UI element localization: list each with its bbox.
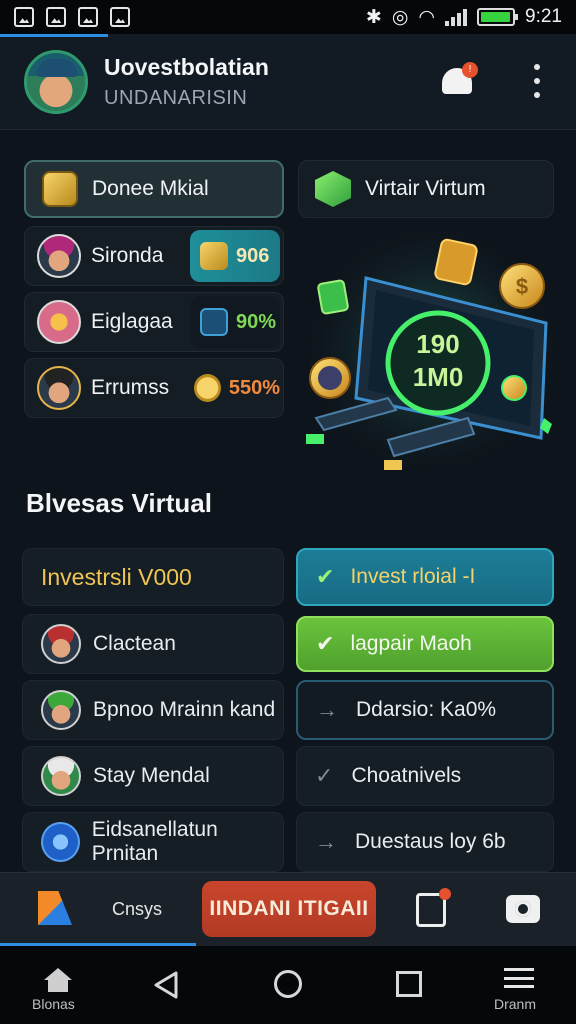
wifi-icon: ◠ bbox=[418, 6, 436, 28]
tab-right-label: Virtair Virtum bbox=[365, 177, 486, 200]
list-item-label: Bpnoo Mrainn kand bbox=[93, 698, 276, 721]
list-item-name: Errumss bbox=[91, 376, 170, 399]
arrow-right-icon: → bbox=[316, 697, 338, 722]
bottom-action-bar: Cnsys IINDANI ITIGAII bbox=[0, 872, 576, 946]
primary-action-button[interactable]: IINDANI ITIGAII bbox=[202, 881, 376, 937]
value-text: 90% bbox=[236, 310, 277, 333]
check-icon: ✓ bbox=[315, 763, 334, 788]
arrow-right-icon: → bbox=[315, 829, 337, 854]
tab-invest-left[interactable]: Investrsli V000 bbox=[22, 548, 284, 606]
avatar bbox=[37, 300, 81, 344]
list-item-label: Clactean bbox=[93, 632, 176, 655]
investment-illustration: 190 1M0 $ bbox=[296, 228, 566, 498]
more-options-icon[interactable] bbox=[525, 64, 549, 98]
battery-icon bbox=[477, 8, 519, 26]
list-item[interactable]: Stay Mendal bbox=[22, 746, 284, 806]
back-icon[interactable] bbox=[153, 970, 179, 1000]
gold-box-icon bbox=[42, 171, 78, 207]
section-title: Blvesas Virtual bbox=[26, 488, 212, 518]
tab-left-header[interactable]: Donee Mkial bbox=[24, 160, 284, 218]
system-nav-bar: Blonas Dranm bbox=[0, 946, 576, 1024]
value-pill: 906 bbox=[190, 230, 280, 282]
signal-icon bbox=[445, 8, 468, 26]
list-item-name: Sironda bbox=[91, 244, 164, 267]
option-label: lagpair Maoh bbox=[350, 632, 472, 655]
briefcase-icon bbox=[110, 7, 130, 27]
app-header: Uovestbolatian UNDANARISIN ! bbox=[0, 34, 576, 130]
app-logo-icon[interactable] bbox=[38, 891, 72, 925]
gallery-icon bbox=[14, 7, 34, 27]
list-item-name: Eiglagaa bbox=[91, 310, 173, 333]
clipboard-icon[interactable] bbox=[416, 888, 451, 927]
check-icon: ✔ bbox=[316, 564, 335, 589]
app-icon bbox=[78, 7, 98, 27]
tab-left-label: Donee Mkial bbox=[92, 177, 209, 200]
profile-avatar[interactable] bbox=[24, 49, 88, 114]
value-pill: 90% bbox=[190, 296, 280, 348]
option-label: Choatnivels bbox=[351, 764, 462, 787]
option-label: Duestaus loy 6b bbox=[355, 830, 506, 853]
value-text: 550% bbox=[228, 376, 280, 399]
avatar bbox=[41, 690, 81, 730]
gold-icon bbox=[200, 242, 228, 270]
nav-right-label: Dranm bbox=[494, 996, 537, 1012]
wallet-icon bbox=[200, 308, 228, 336]
nav-left-label: Blonas bbox=[32, 996, 75, 1012]
page-title: Uovestbolatian bbox=[104, 53, 269, 80]
notification-bell-icon[interactable]: ! bbox=[440, 62, 478, 98]
check-icon: ✔ bbox=[316, 631, 335, 656]
list-item[interactable]: Clactean bbox=[22, 614, 284, 674]
home-button-icon[interactable] bbox=[274, 970, 302, 998]
avatar bbox=[41, 756, 81, 796]
tab-invest-left-label: Investrsli V000 bbox=[41, 563, 192, 590]
camera-icon[interactable] bbox=[506, 895, 540, 923]
coins-icon bbox=[194, 374, 221, 402]
option-label: Ddarsio: Ka0% bbox=[356, 698, 497, 721]
screen-number-top: 190 bbox=[416, 329, 459, 359]
tab-invest-right-label: Invest rloial -I bbox=[350, 565, 476, 588]
tab-right-header[interactable]: Virtair Virtum bbox=[298, 160, 554, 218]
value-pill: 550% bbox=[184, 362, 280, 414]
list-item[interactable]: Eidsanellatun Prnitan bbox=[22, 812, 284, 872]
option-item[interactable]: → Ddarsio: Ka0% bbox=[296, 680, 554, 740]
list-item[interactable]: Bpnoo Mrainn kand bbox=[22, 680, 284, 740]
option-item[interactable]: ✓ Choatnivels bbox=[296, 746, 554, 806]
recents-icon[interactable] bbox=[396, 971, 422, 997]
menu-icon[interactable] bbox=[504, 968, 534, 988]
value-text: 906 bbox=[236, 244, 270, 267]
shield-icon bbox=[41, 822, 80, 862]
home-icon[interactable] bbox=[44, 968, 72, 992]
notification-badge: ! bbox=[462, 62, 478, 78]
system-icons: ✱ ◎ ◠ 9:21 bbox=[366, 6, 562, 29]
avatar bbox=[37, 366, 81, 410]
option-selected[interactable]: ✔ lagpair Maoh bbox=[296, 616, 554, 672]
clock: 9:21 bbox=[525, 6, 562, 27]
avatar bbox=[37, 234, 81, 278]
status-bar: ✱ ◎ ◠ 9:21 bbox=[0, 0, 576, 34]
notification-icons bbox=[14, 7, 130, 27]
green-shield-icon bbox=[315, 171, 351, 207]
header-text: Uovestbolatian UNDANARISIN bbox=[104, 54, 269, 110]
image-icon bbox=[46, 7, 66, 27]
svg-text:$: $ bbox=[516, 274, 528, 299]
option-item[interactable]: → Duestaus loy 6b bbox=[296, 812, 554, 872]
avatar bbox=[41, 624, 81, 664]
alarm-icon: ◎ bbox=[391, 6, 409, 28]
bluetooth-icon: ✱ bbox=[365, 6, 382, 28]
page-subtitle: UNDANARISIN bbox=[104, 86, 248, 109]
tab-invest-right[interactable]: ✔ Invest rloial -I bbox=[296, 548, 554, 606]
tab-label[interactable]: Cnsys bbox=[112, 899, 162, 920]
list-item-label: Stay Mendal bbox=[93, 764, 210, 787]
screen-number-bottom: 1M0 bbox=[413, 362, 464, 392]
list-item-label: Eidsanellatun Prnitan bbox=[91, 818, 218, 865]
